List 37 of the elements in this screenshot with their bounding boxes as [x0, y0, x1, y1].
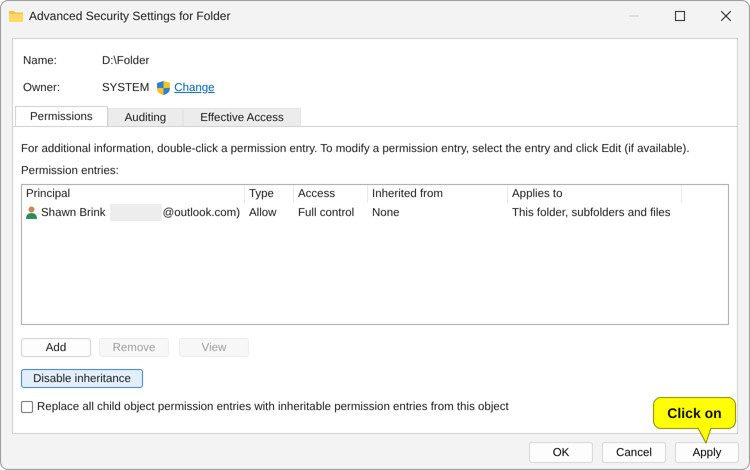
close-icon[interactable] [721, 11, 731, 21]
column-header[interactable]: Type [245, 185, 294, 203]
callout-bubble: Click on [653, 397, 736, 429]
permission-row[interactable]: Shawn Brink @outlook.com) Allow Full control None This folder, subfolders and files [22, 203, 728, 222]
table-cell-text: This folder, subfolders and files [511, 206, 672, 218]
table-cell-text: None [371, 206, 400, 218]
tab[interactable]: Permissions [15, 106, 108, 126]
name-label: Name: [23, 55, 58, 67]
user-icon [26, 206, 37, 219]
entry-button[interactable]: Add [21, 338, 91, 357]
column-header[interactable]: Applies to [508, 185, 682, 203]
table-cell-text: Allow [248, 206, 278, 218]
shield-icon [157, 81, 170, 95]
column-header[interactable]: Inherited from [368, 185, 508, 203]
tab[interactable]: Auditing [108, 108, 184, 126]
disable-inheritance-button[interactable]: Disable inheritance [21, 369, 143, 388]
change-link[interactable]: Change [174, 82, 215, 94]
column-header[interactable]: Access [294, 185, 368, 203]
owner-value: SYSTEM [102, 82, 150, 94]
principal-email: @outlook.com) [162, 206, 240, 218]
instructions-text: For additional information, double-click a permission entry. To modify a permission entry, select the entry and click Edit (if available). [21, 143, 691, 155]
window-title: Advanced Security Settings for Folder [29, 9, 232, 23]
table-cell-text: Full control [297, 206, 356, 218]
dialog-button[interactable]: OK [529, 442, 593, 463]
principal-name: Shawn Brink [41, 206, 106, 218]
dialog-button[interactable]: Apply [675, 442, 739, 463]
folder-icon [9, 10, 23, 22]
name-value: D:\Folder [102, 55, 150, 67]
column-header[interactable]: Principal [22, 185, 245, 203]
callout-pointer-icon [697, 427, 713, 444]
replace-checkbox[interactable] [21, 401, 33, 413]
tab[interactable]: Effective Access [183, 108, 301, 126]
maximize-icon[interactable] [675, 11, 685, 21]
owner-label: Owner: [23, 82, 62, 94]
entries-label: Permission entries: [21, 165, 120, 177]
replace-checkbox-label: Replace all child object permission entries with inheritable permission entries from this object [37, 401, 509, 413]
dialog-button[interactable]: Cancel [602, 442, 666, 463]
